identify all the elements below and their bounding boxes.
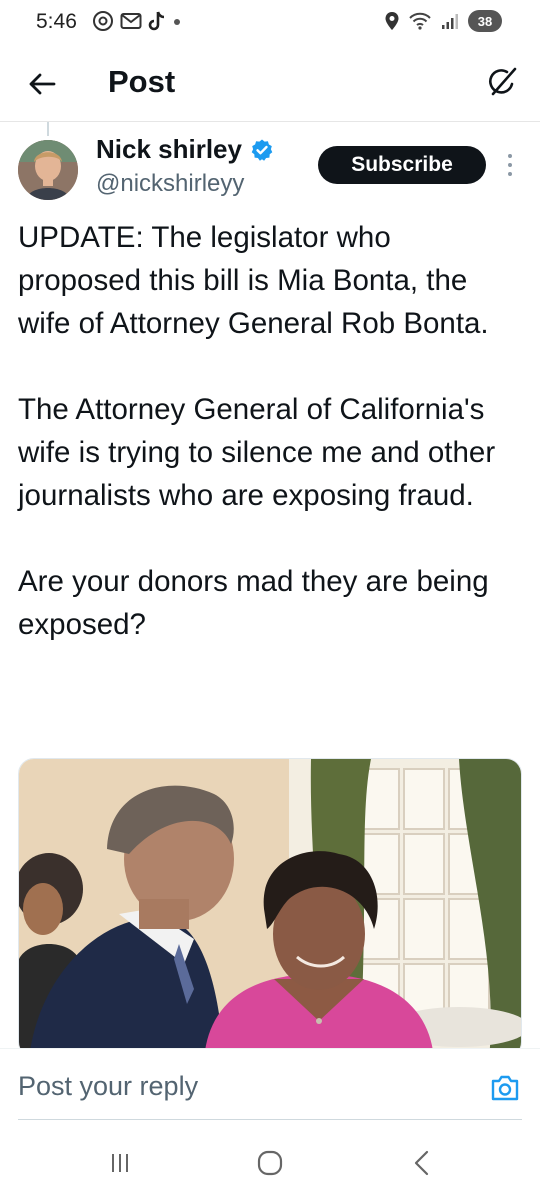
more-options-button[interactable]: [502, 150, 518, 180]
post-paragraph: The Attorney General of California's wif…: [18, 393, 496, 512]
arrow-left-icon: [29, 73, 56, 95]
tiktok-icon: [148, 11, 165, 31]
more-dot-icon: [508, 172, 512, 176]
post-image[interactable]: [18, 758, 522, 1058]
grok-button[interactable]: [482, 62, 522, 102]
status-time: 5:46: [36, 10, 77, 33]
back-icon: [414, 1150, 429, 1176]
post-text: UPDATE: The legislator who proposed this…: [18, 216, 518, 646]
wifi-icon: [409, 12, 431, 30]
more-dot-icon: [508, 154, 512, 158]
nav-back-button[interactable]: [402, 1148, 442, 1178]
signal-icon: [442, 14, 458, 29]
grok-icon: [489, 67, 517, 96]
post-header: Post: [0, 46, 540, 122]
camera-button[interactable]: [488, 1071, 522, 1105]
author-name[interactable]: Nick shirley: [96, 134, 242, 165]
subscribe-button[interactable]: Subscribe: [318, 146, 486, 184]
system-icons: 38: [384, 10, 502, 32]
recents-icon: [112, 1154, 128, 1172]
recents-button[interactable]: [100, 1148, 140, 1178]
author-handle[interactable]: @nickshirleyy: [96, 170, 244, 198]
back-button[interactable]: [22, 64, 62, 104]
page-title: Post: [108, 64, 176, 99]
author-row: Nick shirley: [96, 134, 274, 165]
status-bar: 5:46 38: [0, 0, 540, 46]
threads-icon: [93, 11, 113, 31]
battery-icon: 38: [468, 10, 502, 32]
reply-bar: Post your reply: [0, 1048, 540, 1122]
notification-icons: [92, 10, 182, 32]
thread-line: [47, 122, 49, 136]
verified-badge-icon: [251, 139, 273, 161]
system-nav-bar: [0, 1122, 540, 1200]
post-paragraph: UPDATE: The legislator who proposed this…: [18, 221, 489, 340]
divider: [18, 1119, 522, 1120]
home-icon: [257, 1150, 283, 1176]
location-icon: [385, 12, 399, 30]
more-dot-icon: [508, 163, 512, 167]
camera-icon: [491, 1075, 519, 1101]
home-button[interactable]: [250, 1148, 290, 1178]
mail-icon: [120, 13, 142, 29]
avatar[interactable]: [18, 140, 78, 200]
dot-icon: [174, 19, 180, 25]
post-paragraph: Are your donors mad they are being expos…: [18, 565, 489, 641]
reply-input[interactable]: Post your reply: [18, 1071, 198, 1102]
